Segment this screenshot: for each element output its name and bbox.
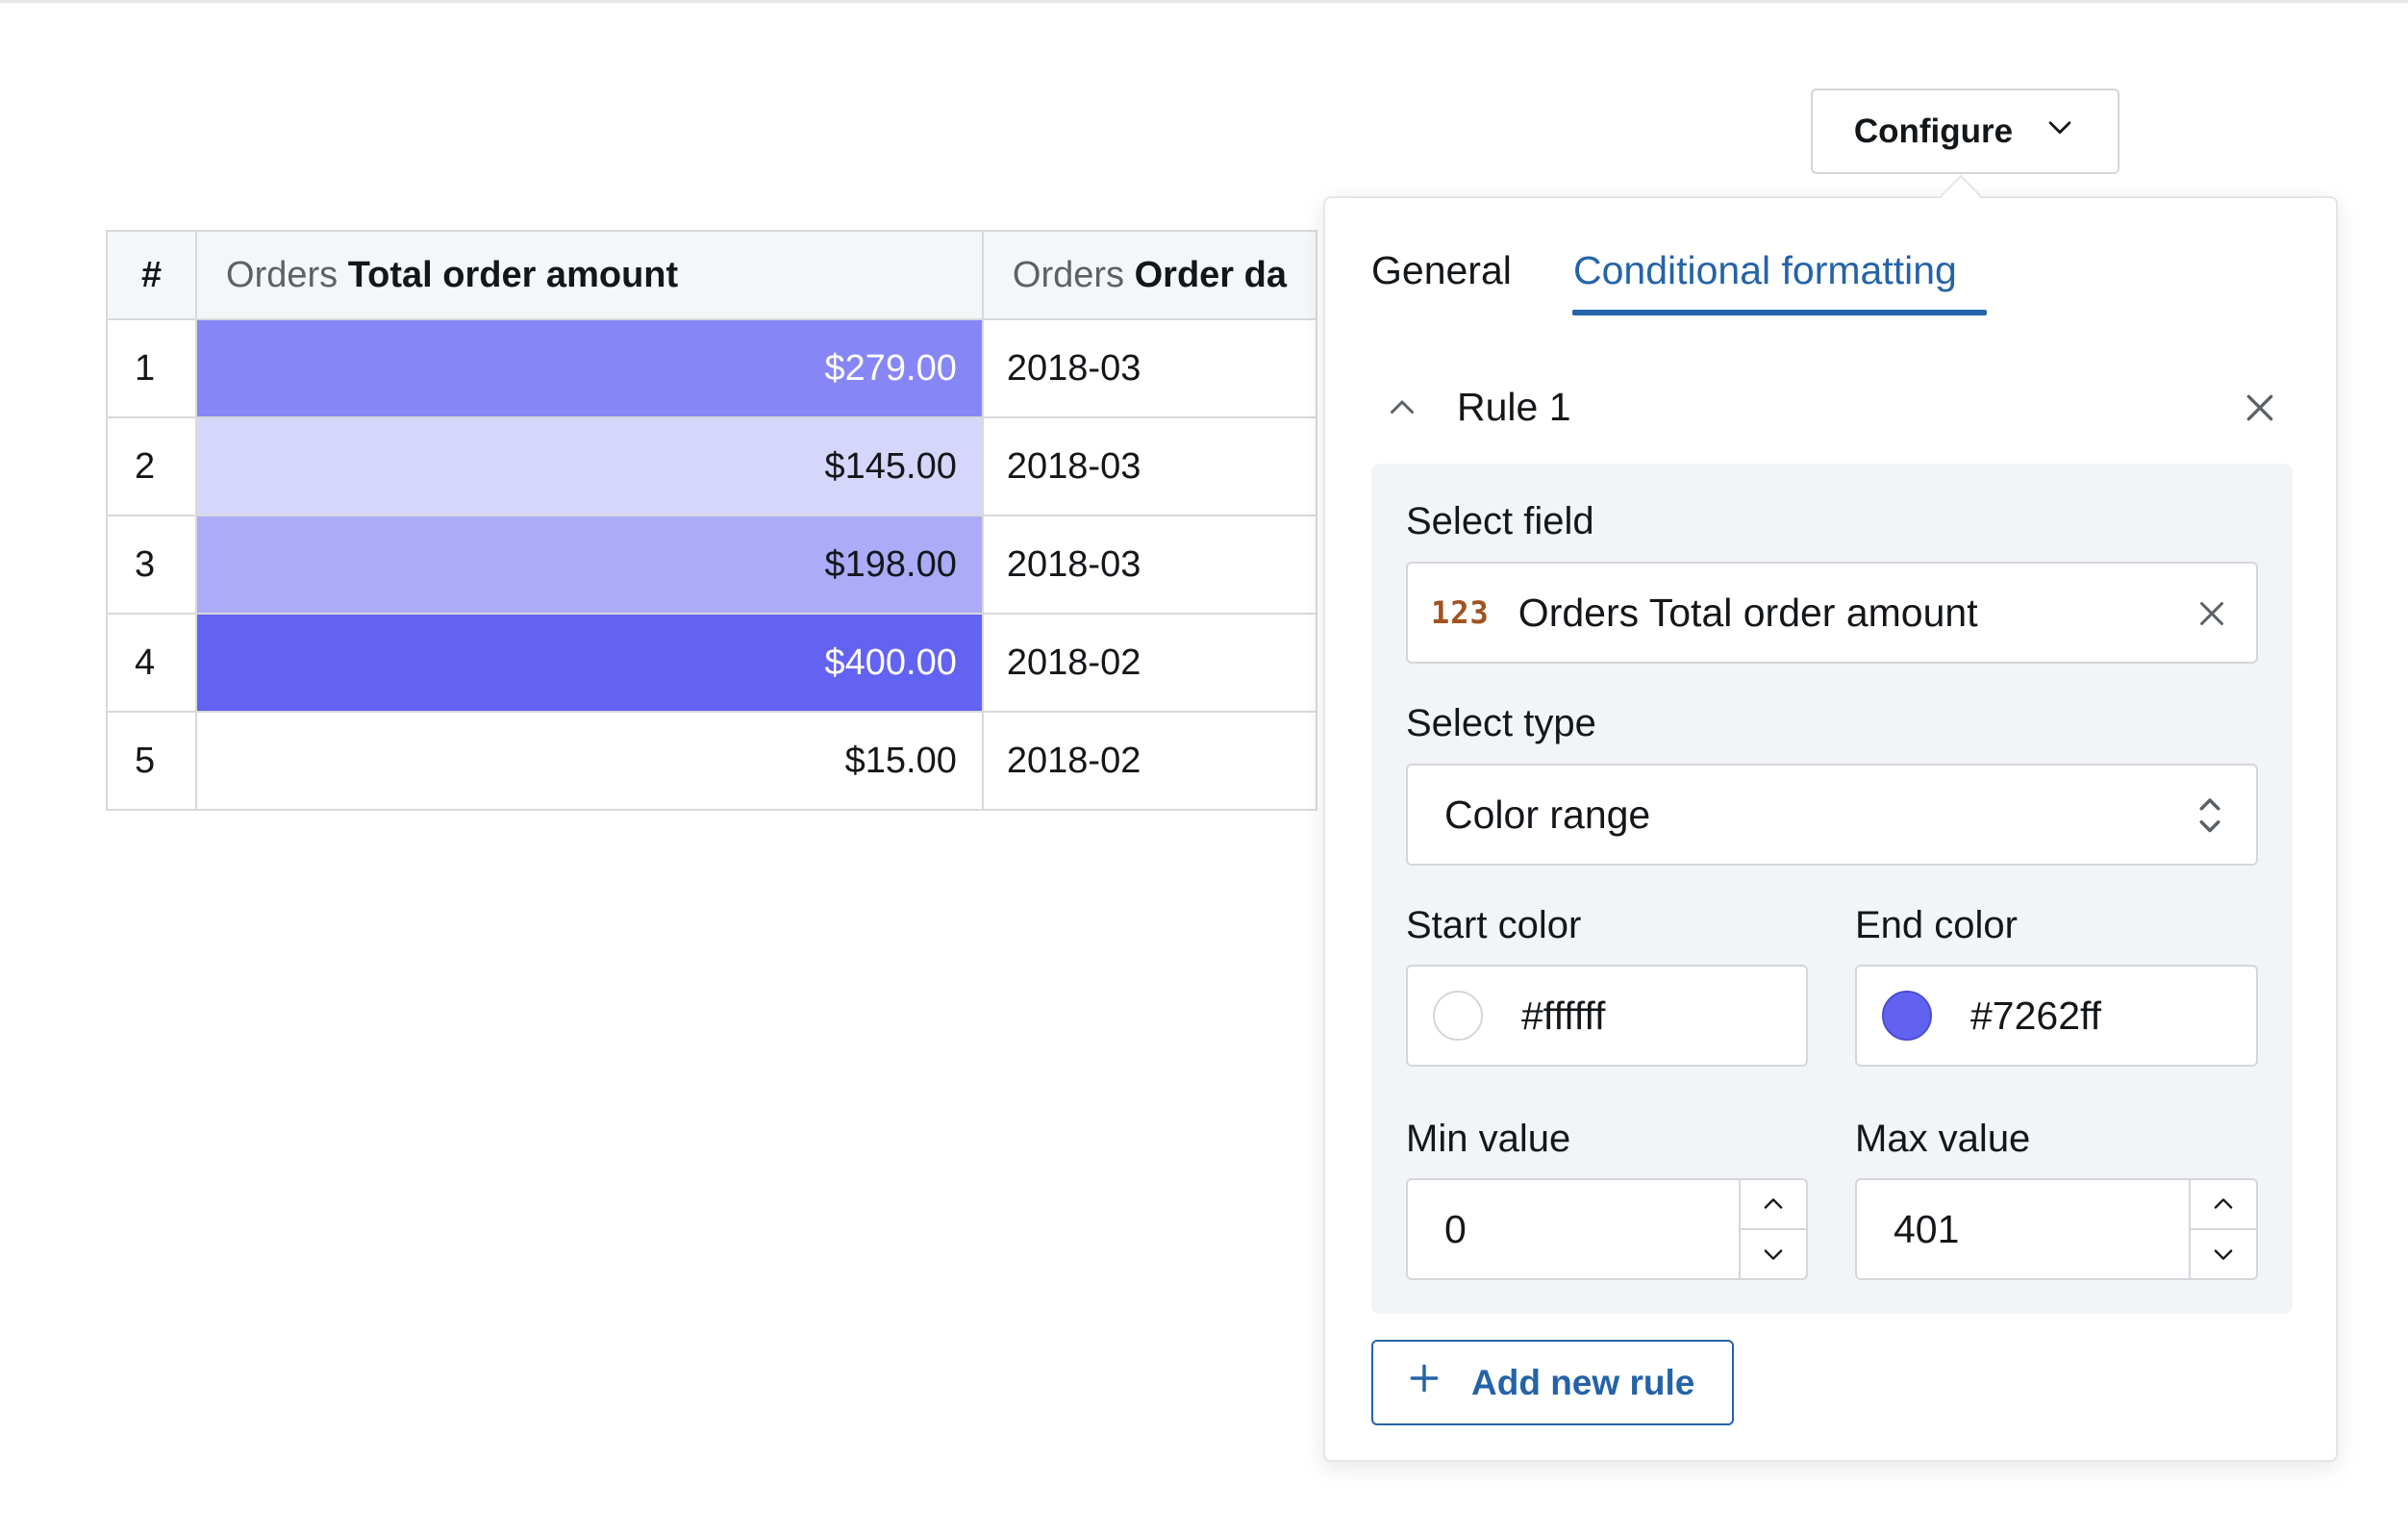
max-value-input[interactable]: 401 (1855, 1178, 2258, 1280)
active-tab-indicator (1572, 310, 1987, 315)
table-row: 3 $198.00 2018-03 (106, 515, 1317, 615)
header-index[interactable]: # (106, 230, 198, 320)
order-date-cell: 2018-02 (981, 613, 1317, 713)
row-index-cell: 2 (106, 416, 198, 516)
row-index-cell: 1 (106, 318, 198, 418)
end-color-value: #7262ff (1970, 993, 2102, 1038)
chevron-down-icon (1764, 1249, 1783, 1260)
header-col2-prefix: Orders (1012, 254, 1125, 295)
table-row: 1 $279.00 2018-03 (106, 318, 1317, 418)
max-value-label: Max value (1855, 1118, 2031, 1160)
decrement-button[interactable] (2191, 1228, 2256, 1278)
rule-title: Rule 1 (1457, 385, 1571, 429)
chevron-up-icon (2214, 1198, 2233, 1209)
decrement-button[interactable] (1741, 1228, 1806, 1278)
configure-button[interactable]: Configure (1811, 88, 2120, 174)
row-index-cell: 5 (106, 711, 198, 811)
table-row: 4 $400.00 2018-02 (106, 613, 1317, 713)
select-field-value: Orders Total order amount (1518, 590, 1978, 635)
min-value-label: Min value (1406, 1118, 1571, 1160)
table-row: 5 $15.00 2018-02 (106, 711, 1317, 811)
select-field-input[interactable]: 123 Orders Total order amount (1406, 562, 2258, 664)
clear-icon[interactable] (2195, 595, 2229, 630)
end-color-input[interactable]: #7262ff (1855, 965, 2258, 1067)
numeric-type-icon: 123 (1431, 594, 1490, 631)
table-row: 2 $145.00 2018-03 (106, 416, 1317, 516)
select-field-label: Select field (1406, 500, 1594, 542)
total-order-amount-cell: $198.00 (195, 515, 984, 615)
order-date-cell: 2018-03 (981, 416, 1317, 516)
add-new-rule-button[interactable]: Add new rule (1371, 1340, 1734, 1425)
close-icon[interactable] (2241, 389, 2279, 427)
header-total-order-amount[interactable]: Orders Total order amount (195, 230, 984, 320)
tab-conditional-formatting[interactable]: Conditional formatting (1573, 248, 1957, 293)
increment-button[interactable] (2191, 1180, 2256, 1228)
select-type-label: Select type (1406, 702, 1596, 744)
order-date-cell: 2018-03 (981, 318, 1317, 418)
min-value: 0 (1444, 1206, 1467, 1251)
select-type-dropdown[interactable]: Color range (1406, 764, 2258, 866)
total-order-amount-cell: $400.00 (195, 613, 984, 713)
header-col2-name: Order da (1134, 254, 1287, 295)
row-index-cell: 3 (106, 515, 198, 615)
data-table: # Orders Total order amount Orders Order… (106, 230, 1317, 811)
order-date-cell: 2018-02 (981, 711, 1317, 811)
min-value-input[interactable]: 0 (1406, 1178, 1808, 1280)
max-value-stepper (2189, 1180, 2256, 1278)
top-divider (0, 0, 2408, 3)
start-color-label: Start color (1406, 904, 1582, 946)
header-col1-prefix: Orders (226, 254, 339, 295)
row-index-cell: 4 (106, 613, 198, 713)
total-order-amount-cell: $279.00 (195, 318, 984, 418)
increment-button[interactable] (1741, 1180, 1806, 1228)
header-col1-name: Total order amount (347, 254, 679, 295)
plus-icon (1406, 1360, 1442, 1405)
chevron-down-icon (2214, 1249, 2233, 1260)
chevron-down-icon (2044, 111, 2076, 152)
select-type-value: Color range (1444, 792, 1651, 837)
start-color-input[interactable]: #ffffff (1406, 965, 1808, 1067)
table-header-row: # Orders Total order amount Orders Order… (106, 230, 1317, 320)
start-color-swatch[interactable] (1433, 991, 1483, 1041)
order-date-cell: 2018-03 (981, 515, 1317, 615)
total-order-amount-cell: $15.00 (195, 711, 984, 811)
select-arrows-icon (2196, 793, 2223, 836)
max-value: 401 (1894, 1206, 1960, 1251)
start-color-value: #ffffff (1521, 993, 1606, 1038)
end-color-label: End color (1855, 904, 2018, 946)
total-order-amount-cell: $145.00 (195, 416, 984, 516)
end-color-swatch[interactable] (1882, 991, 1932, 1041)
header-order-date[interactable]: Orders Order da (981, 230, 1317, 320)
tab-general[interactable]: General (1371, 248, 1512, 293)
chevron-up-icon[interactable] (1385, 390, 1419, 425)
chevron-up-icon (1764, 1198, 1783, 1209)
configure-button-label: Configure (1853, 112, 2014, 150)
add-new-rule-label: Add new rule (1471, 1362, 1695, 1402)
min-value-stepper (1739, 1180, 1806, 1278)
